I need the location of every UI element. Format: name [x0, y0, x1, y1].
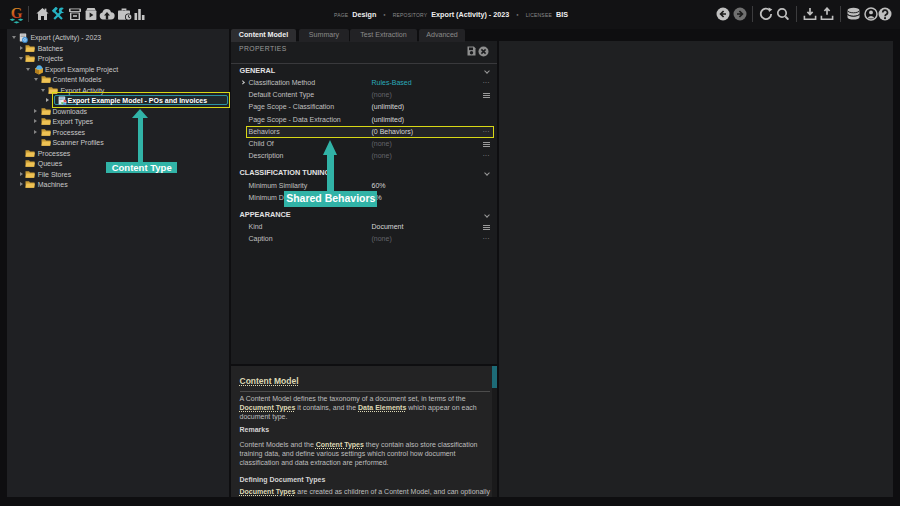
svg-text:G: G	[11, 5, 23, 21]
